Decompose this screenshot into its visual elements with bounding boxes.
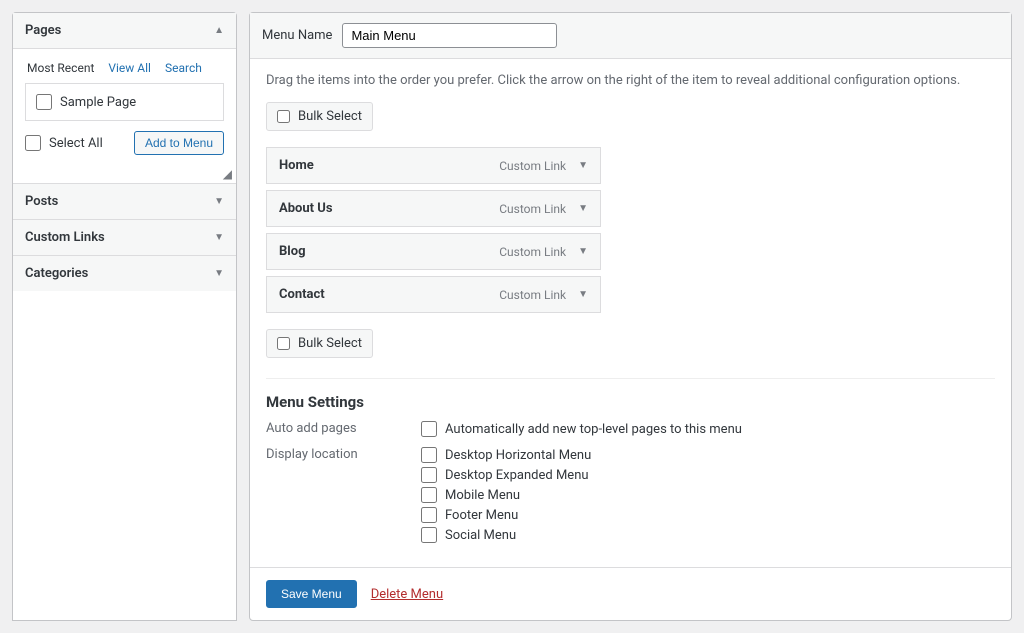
location-checkbox[interactable] xyxy=(421,447,437,463)
location-options: Desktop Horizontal Menu Desktop Expanded… xyxy=(421,447,591,543)
location-text: Social Menu xyxy=(445,528,516,543)
location-text: Footer Menu xyxy=(445,508,518,523)
auto-add-option[interactable]: Automatically add new top-level pages to… xyxy=(421,421,742,437)
menu-editor: Menu Name Drag the items into the order … xyxy=(249,12,1012,621)
menu-item-type: Custom Link xyxy=(499,245,566,259)
bulk-select-top[interactable]: Bulk Select xyxy=(266,102,373,131)
panel-title: Pages xyxy=(25,23,61,38)
location-checkbox[interactable] xyxy=(421,507,437,523)
bulk-select-bottom[interactable]: Bulk Select xyxy=(266,329,373,358)
menu-settings: Menu Settings Auto add pages Automatical… xyxy=(266,378,995,543)
caret-down-icon[interactable]: ▼ xyxy=(578,160,588,171)
location-option[interactable]: Social Menu xyxy=(421,527,591,543)
menu-item-type: Custom Link xyxy=(499,288,566,302)
meta-box-sidebar: Pages ▲ Most Recent View All Search Samp… xyxy=(12,12,237,621)
caret-down-icon[interactable]: ▼ xyxy=(578,203,588,214)
menu-item-type: Custom Link xyxy=(499,202,566,216)
location-option[interactable]: Footer Menu xyxy=(421,507,591,523)
menu-body: Drag the items into the order you prefer… xyxy=(250,59,1011,567)
bulk-select-checkbox[interactable] xyxy=(277,110,290,123)
panel-posts-header[interactable]: Posts ▼ xyxy=(13,183,236,219)
location-option[interactable]: Desktop Horizontal Menu xyxy=(421,447,591,463)
auto-add-text: Automatically add new top-level pages to… xyxy=(445,422,742,437)
menu-item-blog[interactable]: Blog Custom Link ▼ xyxy=(266,233,601,270)
instructions-text: Drag the items into the order you prefer… xyxy=(266,73,995,88)
bulk-select-label: Bulk Select xyxy=(298,336,362,351)
caret-down-icon: ▼ xyxy=(214,268,224,279)
menu-items-list: Home Custom Link▼ About Us Custom Link▼ … xyxy=(266,147,995,313)
location-checkbox[interactable] xyxy=(421,487,437,503)
select-all-label: Select All xyxy=(49,136,103,151)
menu-item-label: Contact xyxy=(279,287,325,302)
save-menu-button[interactable]: Save Menu xyxy=(266,580,357,608)
page-label: Sample Page xyxy=(60,95,136,110)
menu-item-about[interactable]: About Us Custom Link ▼ xyxy=(266,190,601,227)
panel-pages-header[interactable]: Pages ▲ xyxy=(13,13,236,48)
menu-item-label: About Us xyxy=(279,201,333,216)
page-checkbox[interactable] xyxy=(36,94,52,110)
display-location-label: Display location xyxy=(266,447,421,462)
location-text: Desktop Expanded Menu xyxy=(445,468,589,483)
select-all-row[interactable]: Select All xyxy=(25,135,103,151)
location-checkbox[interactable] xyxy=(421,527,437,543)
menu-item-home[interactable]: Home Custom Link ▼ xyxy=(266,147,601,184)
menu-item-type: Custom Link xyxy=(499,159,566,173)
page-item-sample[interactable]: Sample Page xyxy=(36,94,213,110)
pages-list: Sample Page xyxy=(25,83,224,121)
location-checkbox[interactable] xyxy=(421,467,437,483)
pages-tabs: Most Recent View All Search xyxy=(25,61,224,75)
tab-view-all[interactable]: View All xyxy=(108,61,151,75)
auto-add-checkbox[interactable] xyxy=(421,421,437,437)
location-option[interactable]: Desktop Expanded Menu xyxy=(421,467,591,483)
location-text: Desktop Horizontal Menu xyxy=(445,448,591,463)
panel-title: Categories xyxy=(25,266,88,281)
bulk-select-checkbox[interactable] xyxy=(277,337,290,350)
settings-heading: Menu Settings xyxy=(266,393,995,411)
panel-pages-body: Most Recent View All Search Sample Page … xyxy=(13,48,236,167)
location-option[interactable]: Mobile Menu xyxy=(421,487,591,503)
panel-title: Custom Links xyxy=(25,230,105,245)
panel-title: Posts xyxy=(25,194,58,209)
caret-down-icon: ▼ xyxy=(214,232,224,243)
menu-footer: Save Menu Delete Menu xyxy=(250,567,1011,620)
resize-handle-icon[interactable]: ◢ xyxy=(13,167,236,183)
menu-item-label: Home xyxy=(279,158,314,173)
menu-item-contact[interactable]: Contact Custom Link ▼ xyxy=(266,276,601,313)
menu-name-input[interactable] xyxy=(342,23,557,48)
panel-actions: Select All Add to Menu xyxy=(25,131,224,155)
bulk-select-label: Bulk Select xyxy=(298,109,362,124)
display-location-row: Display location Desktop Horizontal Menu… xyxy=(266,447,995,543)
select-all-checkbox[interactable] xyxy=(25,135,41,151)
caret-down-icon: ▼ xyxy=(214,196,224,207)
menu-item-label: Blog xyxy=(279,244,306,259)
auto-add-label: Auto add pages xyxy=(266,421,421,436)
menu-name-label: Menu Name xyxy=(262,28,332,43)
caret-down-icon[interactable]: ▼ xyxy=(578,246,588,257)
tab-most-recent[interactable]: Most Recent xyxy=(27,61,94,75)
menu-header: Menu Name xyxy=(250,13,1011,59)
add-to-menu-button[interactable]: Add to Menu xyxy=(134,131,224,155)
location-text: Mobile Menu xyxy=(445,488,520,503)
delete-menu-link[interactable]: Delete Menu xyxy=(371,587,443,602)
auto-add-row: Auto add pages Automatically add new top… xyxy=(266,421,995,437)
caret-down-icon[interactable]: ▼ xyxy=(578,289,588,300)
panel-custom-links-header[interactable]: Custom Links ▼ xyxy=(13,219,236,255)
panel-categories-header[interactable]: Categories ▼ xyxy=(13,255,236,291)
tab-search[interactable]: Search xyxy=(165,61,202,75)
caret-up-icon: ▲ xyxy=(214,25,224,36)
